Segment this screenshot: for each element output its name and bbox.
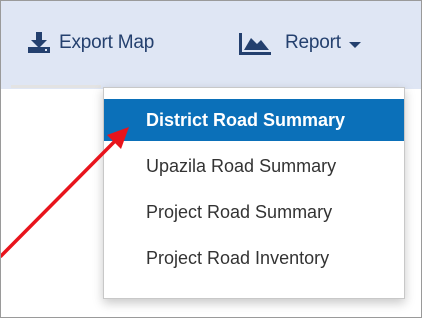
map-toolbar: Export Map Report <box>1 1 421 89</box>
area-chart-icon <box>239 31 271 55</box>
export-map-label: Export Map <box>59 32 155 53</box>
menu-item-project-road-summary[interactable]: Project Road Summary <box>104 191 404 233</box>
download-icon <box>27 32 51 54</box>
menu-item-upazila-road-summary[interactable]: Upazila Road Summary <box>104 145 404 187</box>
screenshot-frame: Export Map Report District Road Summary … <box>0 0 422 318</box>
report-dropdown-button[interactable]: Report <box>239 25 361 61</box>
menu-item-project-road-inventory[interactable]: Project Road Inventory <box>104 237 404 279</box>
menu-item-district-road-summary[interactable]: District Road Summary <box>104 99 404 141</box>
report-label: Report <box>285 32 341 53</box>
report-dropdown-menu: District Road Summary Upazila Road Summa… <box>103 87 405 299</box>
export-map-button[interactable]: Export Map <box>27 25 154 61</box>
toolbar-divider <box>11 85 101 88</box>
caret-down-icon <box>348 41 361 48</box>
